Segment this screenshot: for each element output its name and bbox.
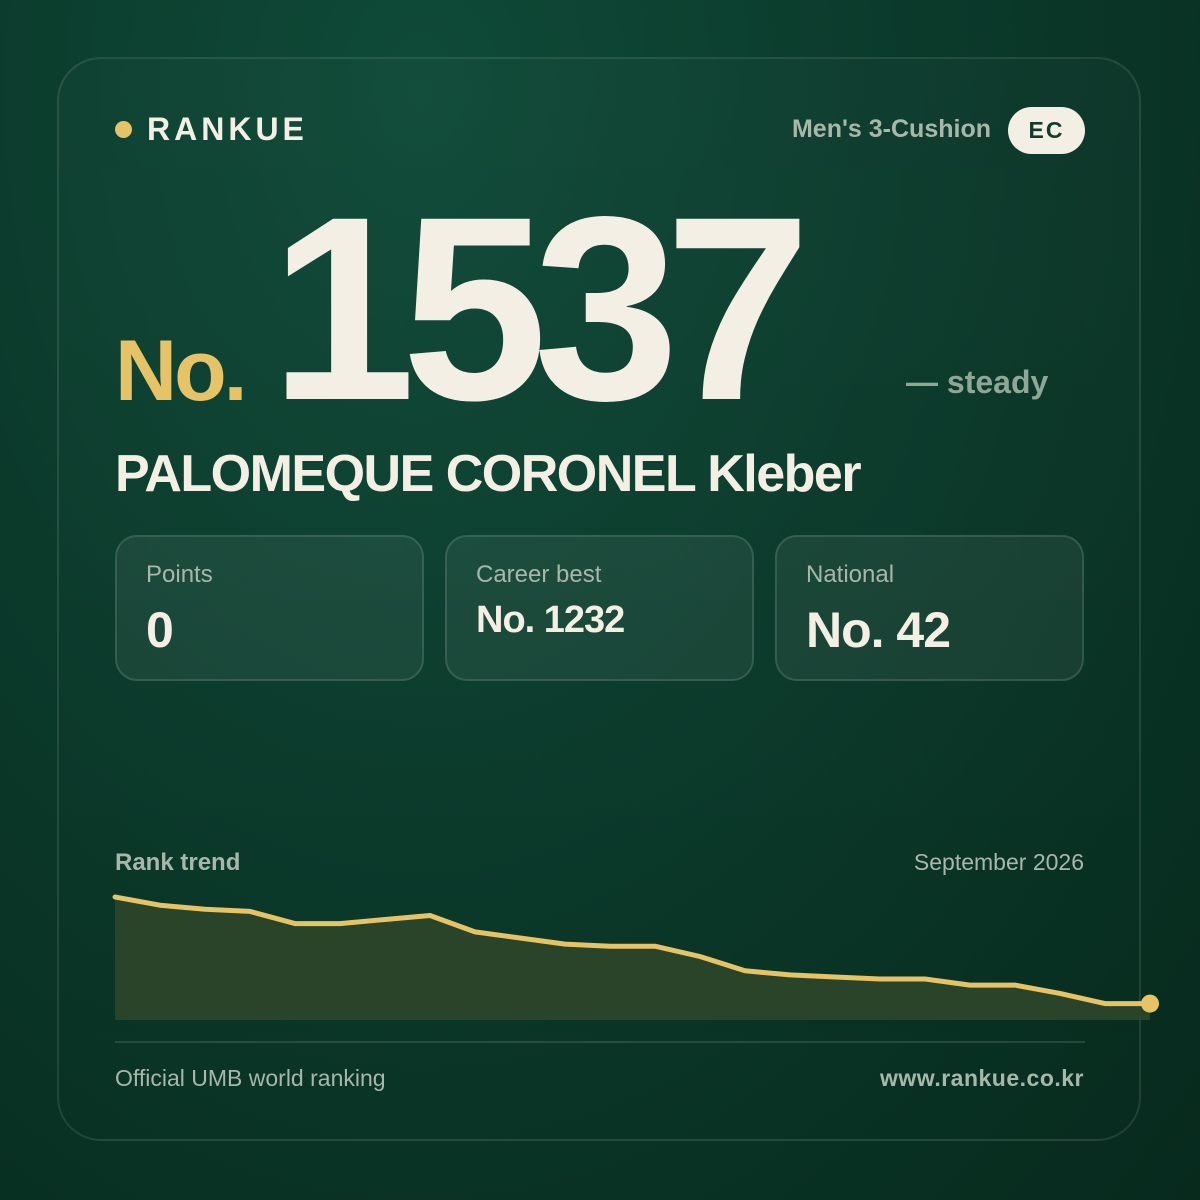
trend-current-point bbox=[1141, 994, 1159, 1013]
website-link[interactable]: www.rankue.co.kr bbox=[880, 1065, 1084, 1092]
footer-divider bbox=[115, 1041, 1085, 1043]
rank-trend-chart bbox=[112, 894, 1159, 1020]
source-label: Official UMB world ranking bbox=[115, 1065, 386, 1091]
